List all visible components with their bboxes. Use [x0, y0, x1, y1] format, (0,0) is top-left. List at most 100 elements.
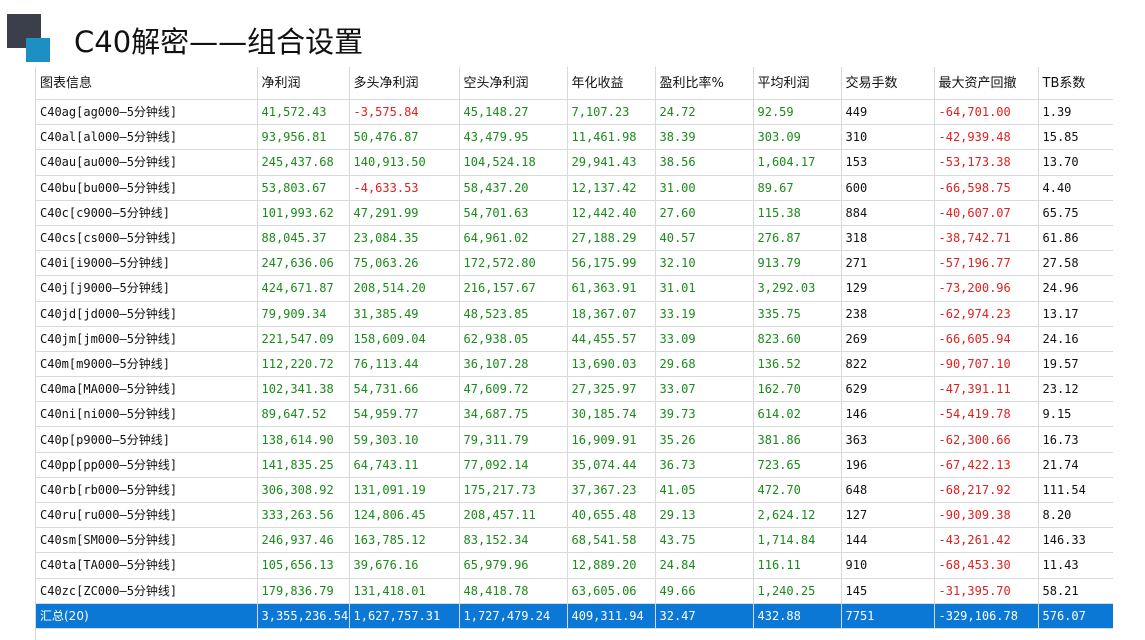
cell-tb-coefficient: 58.21: [1038, 578, 1113, 604]
table-row[interactable]: C40p[p9000—5分钟线] 138,614.90 59,303.10 79,31…: [36, 426, 1113, 453]
table-row[interactable]: C40m[m9000—5分钟线] 112,220.72 76,113.44 36,10…: [36, 351, 1113, 378]
cell-max-drawdown: -38,742.71: [934, 225, 1039, 252]
cell-max-drawdown: -73,200.96: [934, 275, 1039, 302]
cell-avg-profit: 614.02: [753, 401, 842, 428]
col-header-net-profit[interactable]: 净利润: [257, 67, 350, 100]
col-header-annual-return[interactable]: 年化收益: [567, 67, 656, 100]
cell-trade-count: 310: [841, 124, 935, 151]
table-row[interactable]: C40pp[pp000—5分钟线] 141,835.25 64,743.11 77,0…: [36, 452, 1113, 478]
cell-avg-profit: 913.79: [753, 250, 842, 277]
table-row[interactable]: C40ta[TA000—5分钟线] 105,656.13 39,676.16 65,9…: [36, 552, 1113, 579]
cell-avg-profit: 823.60: [753, 326, 842, 352]
cell-long-net-profit: 59,303.10: [349, 426, 460, 453]
cell-short-net-profit: 62,938.05: [459, 326, 568, 352]
col-header-chart-info[interactable]: 图表信息: [36, 67, 258, 100]
table-row[interactable]: C40al[al000—5分钟线] 93,956.81 50,476.87 43,47…: [36, 124, 1113, 151]
cell-chart-info: C40ta[TA000—5分钟线]: [36, 552, 258, 579]
cell-long-net-profit: 76,113.44: [349, 351, 460, 378]
col-header-long-net-profit[interactable]: 多头净利润: [349, 67, 460, 100]
col-header-short-net-profit[interactable]: 空头净利润: [459, 67, 568, 100]
cell-annual-return: 61,363.91: [567, 275, 656, 302]
results-grid[interactable]: 图表信息 净利润 多头净利润 空头净利润 年化收益 盈利比率% 平均利润 交易手…: [35, 67, 1113, 640]
cell-trade-count: 884: [841, 200, 935, 226]
cell-tb-coefficient: 146.33: [1038, 527, 1113, 554]
cell-avg-profit: 116.11: [753, 552, 842, 579]
cell-win-rate: 32.10: [655, 250, 754, 277]
cell-net-profit: 89,647.52: [257, 401, 350, 428]
cell-avg-profit: 89.67: [753, 175, 842, 201]
cell-win-rate: 41.05: [655, 477, 754, 504]
table-row[interactable]: C40zc[ZC000—5分钟线] 179,836.79 131,418.01 48,…: [36, 578, 1113, 604]
table-row[interactable]: C40ag[ag000—5分钟线] 41,572.43 -3,575.84 45,14…: [36, 99, 1113, 126]
table-row[interactable]: C40jd[jd000—5分钟线] 79,909.34 31,385.49 48,52…: [36, 301, 1113, 327]
col-header-max-drawdown[interactable]: 最大资产回撤: [934, 67, 1039, 100]
cell-annual-return: 27,325.97: [567, 376, 656, 403]
cell-chart-info: C40c[c9000—5分钟线]: [36, 200, 258, 226]
cell-long-net-profit: 23,084.35: [349, 225, 460, 252]
cell-max-drawdown: -40,607.07: [934, 200, 1039, 226]
cell-tb-coefficient: 61.86: [1038, 225, 1113, 252]
cell-short-net-profit: 175,217.73: [459, 477, 568, 504]
cell-short-net-profit: 48,418.78: [459, 578, 568, 604]
cell-max-drawdown: -62,300.66: [934, 426, 1039, 453]
cell-max-drawdown: -57,196.77: [934, 250, 1039, 277]
cell-short-net-profit: 83,152.34: [459, 527, 568, 554]
cell-avg-profit: 162.70: [753, 376, 842, 403]
col-header-win-rate[interactable]: 盈利比率%: [655, 67, 754, 100]
cell-max-drawdown: -66,605.94: [934, 326, 1039, 352]
cell-annual-return: 56,175.99: [567, 250, 656, 277]
cell-long-net-profit: 158,609.04: [349, 326, 460, 352]
total-max-drawdown: -329,106.78: [934, 603, 1039, 629]
cell-net-profit: 221,547.09: [257, 326, 350, 352]
table-row[interactable]: C40jm[jm000—5分钟线] 221,547.09 158,609.04 62,…: [36, 326, 1113, 352]
table-row[interactable]: C40rb[rb000—5分钟线] 306,308.92 131,091.19 175…: [36, 477, 1113, 504]
cell-chart-info: C40j[j9000—5分钟线]: [36, 275, 258, 302]
cell-net-profit: 105,656.13: [257, 552, 350, 579]
table-row[interactable]: C40cs[cs000—5分钟线] 88,045.37 23,084.35 64,96…: [36, 225, 1113, 252]
cell-annual-return: 12,889.20: [567, 552, 656, 579]
table-row[interactable]: C40bu[bu000—5分钟线] 53,803.67 -4,633.53 58,43…: [36, 175, 1113, 201]
cell-short-net-profit: 47,609.72: [459, 376, 568, 403]
total-short-net-profit: 1,727,479.24: [459, 603, 568, 629]
cell-chart-info: C40bu[bu000—5分钟线]: [36, 175, 258, 201]
cell-annual-return: 29,941.43: [567, 149, 656, 176]
cell-avg-profit: 3,292.03: [753, 275, 842, 302]
cell-win-rate: 24.84: [655, 552, 754, 579]
table-row[interactable]: C40c[c9000—5分钟线] 101,993.62 47,291.99 54,70…: [36, 200, 1113, 226]
cell-trade-count: 146: [841, 401, 935, 428]
cell-tb-coefficient: 9.15: [1038, 401, 1113, 428]
col-header-tb-coefficient[interactable]: TB系数: [1038, 67, 1113, 100]
cell-net-profit: 424,671.87: [257, 275, 350, 302]
cell-trade-count: 129: [841, 275, 935, 302]
cell-net-profit: 41,572.43: [257, 99, 350, 126]
header-row: 图表信息 净利润 多头净利润 空头净利润 年化收益 盈利比率% 平均利润 交易手…: [36, 67, 1113, 100]
cell-avg-profit: 472.70: [753, 477, 842, 504]
total-avg-profit: 432.88: [753, 603, 842, 629]
cell-net-profit: 101,993.62: [257, 200, 350, 226]
table-row[interactable]: C40ma[MA000—5分钟线] 102,341.38 54,731.66 47,6…: [36, 376, 1113, 403]
cell-max-drawdown: -67,422.13: [934, 452, 1039, 478]
cell-tb-coefficient: 27.58: [1038, 250, 1113, 277]
table-row[interactable]: C40ni[ni000—5分钟线] 89,647.52 54,959.77 34,68…: [36, 401, 1113, 428]
total-row[interactable]: 汇总(20) 3,355,236.54 1,627,757.31 1,727,479.…: [36, 603, 1113, 629]
cell-annual-return: 27,188.29: [567, 225, 656, 252]
table-row[interactable]: C40ru[ru000—5分钟线] 333,263.56 124,806.45 208…: [36, 502, 1113, 529]
cell-short-net-profit: 43,479.95: [459, 124, 568, 151]
table-row[interactable]: C40j[j9000—5分钟线] 424,671.87 208,514.20 216,…: [36, 275, 1113, 302]
col-header-avg-profit[interactable]: 平均利润: [753, 67, 842, 100]
table-row[interactable]: C40au[au000—5分钟线] 245,437.68 140,913.50 104…: [36, 149, 1113, 176]
cell-win-rate: 24.72: [655, 99, 754, 126]
cell-tb-coefficient: 111.54: [1038, 477, 1113, 504]
cell-chart-info: C40al[al000—5分钟线]: [36, 124, 258, 151]
cell-chart-info: C40rb[rb000—5分钟线]: [36, 477, 258, 504]
cell-short-net-profit: 36,107.28: [459, 351, 568, 378]
total-tb-coefficient: 576.07: [1038, 603, 1113, 629]
col-header-trade-count[interactable]: 交易手数: [841, 67, 935, 100]
cell-chart-info: C40jd[jd000—5分钟线]: [36, 301, 258, 327]
cell-short-net-profit: 64,961.02: [459, 225, 568, 252]
table-row[interactable]: C40i[i9000—5分钟线] 247,636.06 75,063.26 172,5…: [36, 250, 1113, 277]
logo-mark: [0, 0, 60, 62]
cell-annual-return: 63,605.06: [567, 578, 656, 604]
table-row[interactable]: C40sm[SM000—5分钟线] 246,937.46 163,785.12 83,…: [36, 527, 1113, 554]
cell-chart-info: C40p[p9000—5分钟线]: [36, 426, 258, 453]
